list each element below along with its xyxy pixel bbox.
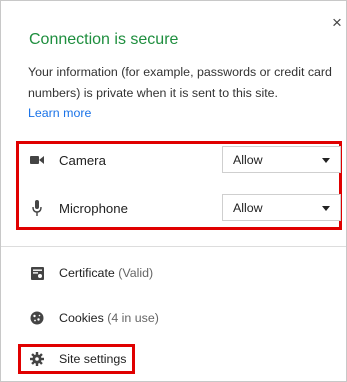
site-info-popup: × Connection is secure Your information … (0, 0, 347, 382)
cookies-status: (4 in use) (107, 311, 159, 325)
site-settings-item[interactable]: Site settings (29, 349, 127, 369)
section-divider (1, 246, 346, 247)
permission-row-camera: Camera (29, 146, 106, 174)
camera-icon (29, 152, 45, 168)
certificate-label: Certificate (Valid) (59, 266, 153, 280)
connection-title: Connection is secure (29, 31, 179, 48)
cookies-label: Cookies (4 in use) (59, 311, 159, 325)
chevron-down-icon (322, 206, 330, 211)
certificate-status: (Valid) (118, 266, 154, 280)
microphone-permission-value: Allow (233, 200, 263, 215)
microphone-label: Microphone (59, 200, 128, 216)
camera-permission-select[interactable]: Allow (222, 146, 341, 173)
certificate-text: Certificate (59, 266, 115, 280)
camera-label: Camera (59, 152, 106, 168)
connection-description: Your information (for example, passwords… (28, 65, 332, 100)
gear-icon (29, 351, 45, 367)
certificate-item[interactable]: Certificate (Valid) (29, 263, 153, 283)
microphone-icon (29, 200, 45, 216)
microphone-permission-select[interactable]: Allow (222, 194, 341, 221)
camera-permission-value: Allow (233, 152, 263, 167)
learn-more-link[interactable]: Learn more (28, 106, 91, 120)
chevron-down-icon (322, 158, 330, 163)
site-settings-label: Site settings (59, 352, 127, 366)
cookies-text: Cookies (59, 311, 104, 325)
certificate-icon (29, 265, 45, 281)
cookie-icon (29, 310, 45, 326)
close-icon[interactable]: × (332, 14, 342, 31)
cookies-item[interactable]: Cookies (4 in use) (29, 308, 159, 328)
permission-row-microphone: Microphone (29, 194, 128, 222)
